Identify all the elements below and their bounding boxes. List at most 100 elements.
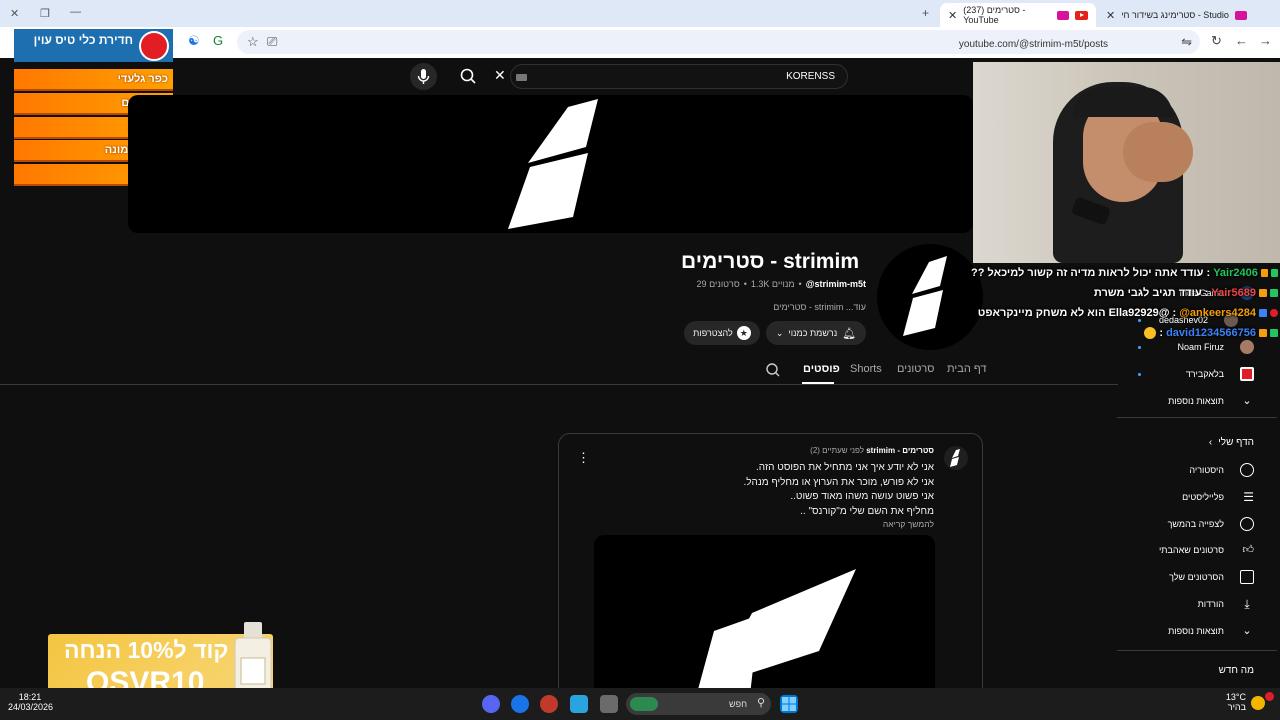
video-icon [1240, 570, 1254, 584]
keyboard-icon[interactable] [516, 74, 527, 81]
search-highlight-icon [630, 697, 658, 711]
search-button[interactable] [451, 64, 485, 89]
tab-title: סטרימינג בשידור חי - Studio [1121, 10, 1229, 20]
chat-message: david1234566756 : [971, 323, 1278, 343]
platform-badge-icon [1270, 269, 1278, 277]
sidebar-item-history[interactable]: היסטוריה [1189, 463, 1254, 477]
taskbar: 18:21 24/03/2026 ⚲ חפש 13°C בהיר [0, 688, 1280, 720]
chat-text: : עודד אתה יכול לראות מדיה זה קשור למיכא… [971, 267, 1211, 279]
translate-icon[interactable]: ☯ [188, 33, 200, 49]
sidebar-divider [1117, 417, 1277, 418]
notification-badge-icon [1265, 692, 1274, 701]
sidebar-show-more[interactable]: ⌄ תוצאות נוספות [1168, 394, 1254, 408]
grammarly-icon[interactable]: G [213, 33, 223, 48]
history-icon [1240, 463, 1254, 477]
channel-avatar-icon [1240, 367, 1254, 381]
tab-videos[interactable]: סרטונים [897, 363, 935, 375]
tabs-divider [0, 384, 1118, 385]
back-icon[interactable]: → [1259, 33, 1272, 48]
discord-icon[interactable] [482, 695, 500, 713]
tab-close-icon[interactable]: ✕ [948, 9, 957, 22]
taskbar-clock[interactable]: 18:21 24/03/2026 [8, 692, 54, 712]
taskbar-search-placeholder: חפש [729, 699, 747, 709]
app-icon[interactable] [540, 695, 558, 713]
clock-icon [1240, 517, 1254, 531]
weather-temperature: 13°C [1225, 692, 1246, 702]
playlist-icon: ☰ [1243, 490, 1254, 504]
tab-shorts[interactable]: Shorts [850, 363, 882, 375]
clock-date: 24/03/2026 [8, 702, 54, 712]
minimize-window-icon[interactable]: — [70, 6, 81, 18]
tab-home[interactable]: דף הבית [947, 363, 986, 375]
post-author[interactable]: סטרימים - strimim [866, 446, 934, 455]
search-input[interactable]: KORENSS [510, 64, 848, 89]
tab-posts[interactable]: פוסטים [803, 363, 840, 375]
weather-widget[interactable]: 13°C בהיר [1222, 692, 1246, 712]
sidebar-item-label: לצפייה בהמשך [1167, 519, 1224, 529]
cast-icon[interactable]: ⎚ [267, 34, 277, 50]
pencil-badge-icon [1259, 289, 1267, 297]
channel-logo-icon [903, 256, 947, 336]
site-settings-icon[interactable]: ⇋ [1181, 34, 1192, 50]
channel-search-icon[interactable] [765, 362, 781, 378]
search-icon: ⚲ [756, 697, 765, 709]
channel-logo-icon [694, 569, 856, 702]
weather-condition: בהיר [1227, 702, 1246, 712]
sidebar-sub-blackbird[interactable]: בלאקבירד [1186, 367, 1254, 381]
new-tab-icon[interactable]: + [922, 6, 929, 20]
download-icon: ⤓ [1244, 597, 1250, 611]
sidebar-item-label: היסטוריה [1189, 465, 1224, 475]
more-options-icon[interactable]: ⋮ [577, 450, 590, 466]
tab-studio[interactable]: ✕ סטרימינג בשידור חי - Studio [1098, 3, 1280, 27]
windows-start-icon[interactable] [780, 695, 798, 713]
post-line: אני לא פורש, מוכר את הערוץ או מחליף מנהל… [743, 476, 934, 488]
post-time[interactable]: לפני שעתיים (2) [810, 446, 864, 455]
channel-handle: @strimim-m5t [805, 279, 866, 289]
new-content-dot [1138, 346, 1141, 349]
telegram-icon[interactable] [570, 695, 588, 713]
clock-time: 18:21 [18, 692, 42, 702]
clear-search-icon[interactable]: ✕ [494, 67, 506, 84]
bookmark-star-icon[interactable]: ☆ [247, 34, 259, 50]
channel-name: סטרימים - strimim [681, 250, 859, 273]
sidebar-item-liked[interactable]: 👍︎ סרטונים שאהבתי [1159, 543, 1254, 557]
sidebar-item-label: הסרטונים שלך [1169, 572, 1224, 582]
read-more-link[interactable]: להמשך קריאה [883, 519, 934, 529]
tab-youtube[interactable]: ✕ (237) סטרימים - YouTube [940, 3, 1096, 27]
windows-logo-icon [782, 697, 796, 711]
sidebar-item-label: תוצאות נוספות [1168, 396, 1224, 406]
taskbar-search[interactable]: ⚲ חפש [626, 693, 771, 715]
sidebar-item-your-videos[interactable]: הסרטונים שלך [1169, 570, 1254, 584]
chrome-icon[interactable] [511, 695, 529, 713]
news-logo-icon [139, 31, 169, 61]
sidebar-you-header[interactable]: הדף שלי › [1209, 437, 1254, 448]
search-value: KORENSS [786, 71, 835, 82]
chat-text: : [1159, 327, 1164, 339]
sidebar-item-downloads[interactable]: ⤓ הורדות [1198, 597, 1254, 611]
chat-text: : @Ella92929 הוא לא משחק מיינקראפט [977, 307, 1177, 319]
stats-separator: • [798, 279, 802, 289]
voice-search-button[interactable] [410, 63, 437, 90]
chat-message: @ankeers4284 : @Ella92929 הוא לא משחק מי… [971, 303, 1278, 323]
forward-icon[interactable]: ← [1235, 33, 1248, 48]
subscribed-button[interactable]: 🔔︎ נרשמת כמנוי ⌄ [766, 321, 866, 345]
file-explorer-icon[interactable] [600, 695, 618, 713]
sidebar-item-show-more[interactable]: ⌄ תוצאות נוספות [1168, 624, 1254, 638]
join-button[interactable]: ★ להצטרפות [684, 321, 760, 345]
sidebar-item-playlists[interactable]: ☰ פלייליסטים [1182, 490, 1254, 504]
channel-description[interactable]: סטרימים - strimim ...עוד [773, 302, 866, 312]
chevron-right-icon: › [1208, 437, 1213, 448]
chevron-down-icon: ⌄ [1242, 625, 1252, 637]
post-image[interactable] [594, 535, 935, 702]
url-field[interactable]: ☆ ⎚ youtube.com/@strimim-m5t/posts ⇋ [237, 30, 1200, 54]
restore-window-icon[interactable]: ❐ [40, 7, 50, 20]
tab-close-icon[interactable]: ✕ [1106, 9, 1115, 22]
stats-separator: • [743, 279, 747, 289]
channel-stats: 29 סרטונים • 1.3K מנויים • @strimim-m5t [697, 279, 866, 289]
close-window-icon[interactable]: ✕ [10, 7, 19, 20]
sidebar-item-watch-later[interactable]: לצפייה בהמשך [1168, 517, 1254, 531]
chat-text: : עודד תגיב לגבי משרת [1093, 287, 1209, 299]
reload-icon[interactable]: ↻ [1211, 33, 1222, 49]
channel-avatar[interactable] [877, 244, 983, 350]
post-author-avatar[interactable] [944, 446, 968, 470]
